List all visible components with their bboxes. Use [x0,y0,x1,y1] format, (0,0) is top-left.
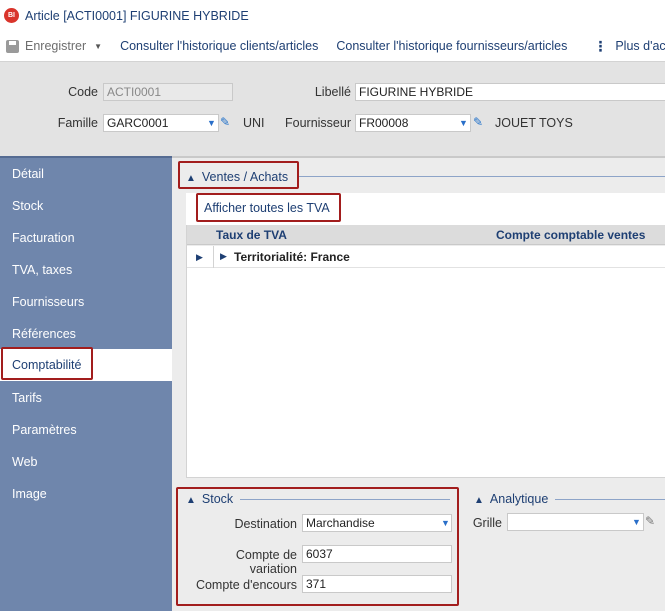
expand-icon[interactable]: ▶ [220,251,227,262]
column-vat-rate[interactable]: Taux de TVA [216,228,287,242]
vat-grid-body [186,268,665,478]
article-header: Code ACTI0001 Libellé FIGURINE HYBRIDE F… [0,61,665,156]
table-row[interactable]: ▶ ▶ Territorialité: France [186,246,665,268]
more-vertical-icon: ⋮ [593,37,608,54]
history-clients-button[interactable]: Consulter l'historique clients/articles [120,39,318,53]
sidebar-item-image[interactable]: Image [0,478,172,510]
grid-left-border [186,225,187,478]
toolbar: Enregistrer ▼ Consulter l'historique cli… [0,31,665,61]
window-title: Article [ACTI0001] FIGURINE HYBRIDE [25,8,249,23]
sidebar-item-tva[interactable]: TVA, taxes [0,254,172,286]
famille-description: UNI [243,116,265,130]
save-button[interactable]: Enregistrer ▼ [0,39,102,53]
sidebar-item-facturation[interactable]: Facturation [0,222,172,254]
code-field[interactable]: ACTI0001 [103,83,233,101]
sidebar: Détail Stock Facturation TVA, taxes Four… [0,156,172,611]
sidebar-item-parametres[interactable]: Paramètres [0,414,172,446]
group-row-label: Territorialité: France [234,250,350,264]
analytique-divider [555,499,665,500]
grille-dropdown-icon[interactable]: ▼ [632,517,641,527]
libelle-label: Libellé [314,85,351,99]
ventes-highlight [178,161,299,189]
famille-select[interactable]: GARC0001 [103,114,219,132]
vat-grid-header: Taux de TVA Compte comptable ventes [186,225,665,245]
more-actions-button[interactable]: ⋮ Plus d'actions [593,38,665,55]
analytique-section-header[interactable]: ▲ Analytique [474,492,548,506]
libelle-field[interactable]: FIGURINE HYBRIDE [355,83,665,101]
code-label: Code [68,85,98,99]
ventes-divider [299,176,665,177]
sidebar-item-detail[interactable]: Détail [0,158,172,190]
save-label: Enregistrer [25,39,87,53]
sidebar-item-web[interactable]: Web [0,446,172,478]
grille-edit-icon[interactable]: ✎ [645,514,655,528]
comptabilite-highlight [1,347,93,380]
grille-select[interactable] [507,513,644,531]
fournisseur-select[interactable]: FR00008 [355,114,471,132]
save-icon [6,39,19,53]
more-actions-label: Plus d'actions [615,39,665,53]
fournisseur-description: JOUET TOYS [495,116,573,130]
show-all-vat-highlight [196,193,341,222]
column-sales-account[interactable]: Compte comptable ventes [496,228,645,242]
chevron-up-icon: ▲ [474,495,484,506]
grille-label: Grille [472,516,502,530]
history-suppliers-button[interactable]: Consulter l'historique fournisseurs/arti… [336,39,567,53]
sidebar-item-fournisseurs[interactable]: Fournisseurs [0,286,172,318]
famille-dropdown-icon[interactable]: ▼ [207,118,216,128]
app-logo-icon: BI [4,8,19,23]
sidebar-item-references[interactable]: Références [0,318,172,350]
analytique-section-title: Analytique [489,492,549,506]
famille-label: Famille [57,116,98,130]
stock-highlight [176,487,459,606]
famille-edit-icon[interactable]: ✎ [220,115,230,129]
sidebar-item-stock[interactable]: Stock [0,190,172,222]
title-bar: BI Article [ACTI0001] FIGURINE HYBRIDE [0,0,665,31]
fournisseur-edit-icon[interactable]: ✎ [473,115,483,129]
fournisseur-dropdown-icon[interactable]: ▼ [459,118,468,128]
row-selector-icon[interactable]: ▶ [186,246,214,268]
chevron-down-icon[interactable]: ▼ [94,42,102,51]
sidebar-item-tarifs[interactable]: Tarifs [0,382,172,414]
fournisseur-label: Fournisseur [285,116,351,130]
